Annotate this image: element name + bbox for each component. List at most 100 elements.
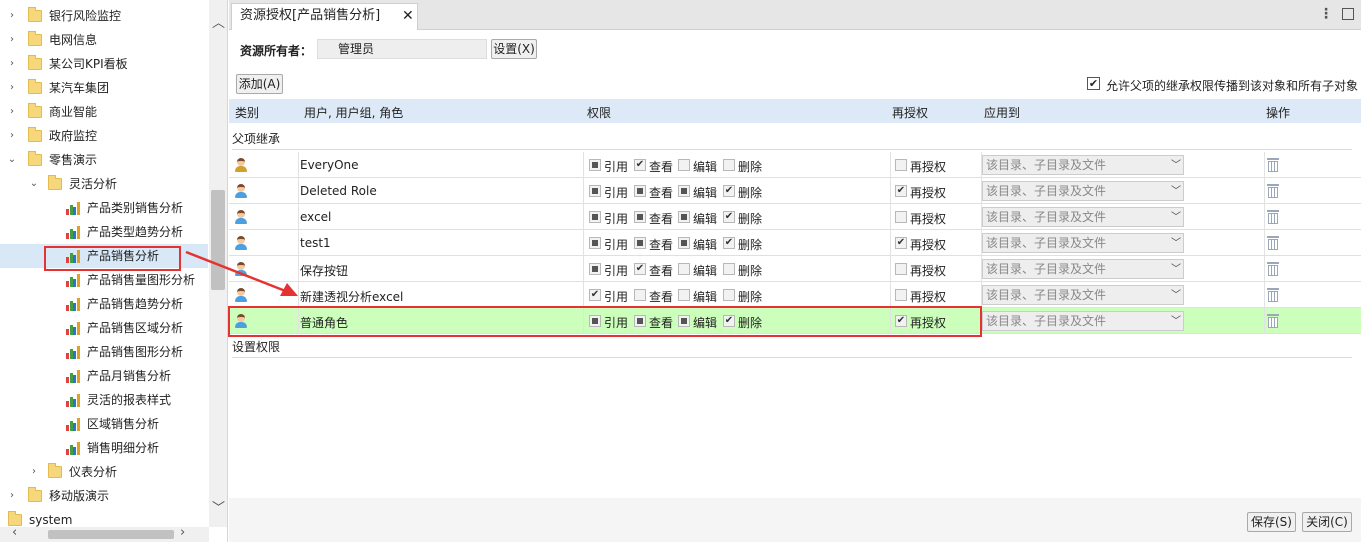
tree-item[interactable]: 区域销售分析: [0, 412, 208, 436]
scroll-right-icon[interactable]: ›: [180, 525, 185, 540]
apply-to-select[interactable]: 该目录、子目录及文件 ﹀: [982, 285, 1184, 305]
tree-item[interactable]: › 商业智能: [0, 100, 208, 124]
permission-checkbox[interactable]: [678, 289, 690, 301]
permission-checkbox[interactable]: [634, 289, 646, 301]
permission-checkbox[interactable]: [589, 263, 601, 275]
permission-checkbox[interactable]: [678, 263, 690, 275]
expand-icon[interactable]: ›: [6, 52, 18, 76]
expand-icon[interactable]: ›: [6, 76, 18, 100]
permission-checkbox[interactable]: [589, 237, 601, 249]
permission-checkbox[interactable]: ✔: [723, 237, 735, 249]
permission-checkbox[interactable]: [589, 159, 601, 171]
tree-item[interactable]: › 银行风险监控: [0, 4, 208, 28]
collapse-icon[interactable]: ⌄: [6, 148, 18, 172]
report-chart-icon: [66, 345, 80, 359]
tree-item[interactable]: › 移动版演示: [0, 484, 208, 508]
apply-to-select[interactable]: 该目录、子目录及文件 ﹀: [982, 155, 1184, 175]
tree-hscroll-thumb[interactable]: [48, 530, 174, 539]
add-button[interactable]: 添加(A): [236, 74, 283, 94]
scroll-down-icon[interactable]: ﹀: [212, 497, 225, 516]
tree-item[interactable]: ⌄ 灵活分析: [0, 172, 208, 196]
apply-to-select[interactable]: 该目录、子目录及文件 ﹀: [982, 207, 1184, 227]
column-divider: [583, 204, 584, 230]
regrant-checkbox[interactable]: [895, 263, 907, 275]
expand-icon[interactable]: ›: [6, 4, 18, 28]
regrant-checkbox[interactable]: [895, 211, 907, 223]
tab-resource-auth[interactable]: 资源授权[产品销售分析] ✕: [231, 3, 418, 30]
regrant-checkbox[interactable]: [895, 159, 907, 171]
set-owner-button[interactable]: 设置(X): [491, 39, 537, 59]
permission-checkbox[interactable]: ✔: [589, 289, 601, 301]
collapse-icon[interactable]: ⌄: [28, 172, 40, 196]
tree-item[interactable]: › 政府监控: [0, 124, 208, 148]
expand-icon[interactable]: ›: [6, 100, 18, 124]
tree-item[interactable]: 产品类型趋势分析: [0, 220, 208, 244]
permission-checkbox[interactable]: [678, 185, 690, 197]
save-button[interactable]: 保存(S): [1247, 512, 1296, 532]
permission-label: 编辑: [693, 264, 718, 278]
apply-to-select[interactable]: 该目录、子目录及文件 ﹀: [982, 259, 1184, 279]
regrant-checkbox[interactable]: ✔: [895, 185, 907, 197]
column-divider: [298, 282, 299, 308]
permission-checkbox[interactable]: [634, 211, 646, 223]
tree-scroll-thumb[interactable]: [211, 190, 225, 290]
tree-item[interactable]: 产品销售区域分析: [0, 316, 208, 340]
tree-item[interactable]: › 某汽车集团: [0, 76, 208, 100]
more-menu-icon[interactable]: ⋮: [1319, 6, 1333, 22]
user-icon: [235, 184, 247, 198]
permission-checkbox[interactable]: [589, 185, 601, 197]
delete-icon[interactable]: [1267, 158, 1279, 172]
delete-icon[interactable]: [1267, 288, 1279, 302]
permission-checkbox[interactable]: [678, 159, 690, 171]
delete-icon[interactable]: [1267, 314, 1279, 328]
permission-checkbox[interactable]: [678, 211, 690, 223]
tree-item[interactable]: › 某公司KPI看板: [0, 52, 208, 76]
permission-checkbox[interactable]: [678, 237, 690, 249]
expand-icon[interactable]: ›: [28, 460, 40, 484]
delete-icon[interactable]: [1267, 184, 1279, 198]
expand-icon[interactable]: ›: [6, 484, 18, 508]
scroll-up-icon[interactable]: ︿: [212, 12, 225, 31]
inherit-checkbox[interactable]: ✔: [1087, 77, 1100, 90]
table-header: 类别 用户, 用户组, 角色 权限 再授权 应用到 操作: [229, 99, 1361, 123]
permission-checkbox[interactable]: [634, 185, 646, 197]
tree-item[interactable]: 灵活的报表样式: [0, 388, 208, 412]
expand-icon[interactable]: ›: [6, 124, 18, 148]
tree-item[interactable]: 产品月销售分析: [0, 364, 208, 388]
delete-icon[interactable]: [1267, 236, 1279, 250]
tree-item-label: 灵活分析: [69, 177, 118, 191]
close-button[interactable]: 关闭(C): [1302, 512, 1352, 532]
permission-checkbox[interactable]: ✔: [723, 185, 735, 197]
tree-item[interactable]: › 仪表分析: [0, 460, 208, 484]
permission-checkbox[interactable]: ✔: [723, 211, 735, 223]
tree-item[interactable]: 销售明细分析: [0, 436, 208, 460]
permission-checkbox[interactable]: ✔: [634, 263, 646, 275]
permission-checkbox[interactable]: [634, 237, 646, 249]
apply-to-select[interactable]: 该目录、子目录及文件 ﹀: [982, 181, 1184, 201]
delete-icon[interactable]: [1267, 210, 1279, 224]
permission-checkbox[interactable]: [723, 159, 735, 171]
tree-item[interactable]: 产品销售量图形分析: [0, 268, 208, 292]
tree-item-label: 灵活的报表样式: [87, 393, 172, 407]
apply-to-select[interactable]: 该目录、子目录及文件 ﹀: [982, 311, 1184, 331]
regrant-checkbox[interactable]: ✔: [895, 237, 907, 249]
expand-icon[interactable]: ›: [6, 28, 18, 52]
apply-to-select[interactable]: 该目录、子目录及文件 ﹀: [982, 233, 1184, 253]
maximize-icon[interactable]: [1342, 8, 1354, 20]
tree-item[interactable]: ⌄ 零售演示: [0, 148, 208, 172]
delete-icon[interactable]: [1267, 262, 1279, 276]
regrant-checkbox[interactable]: [895, 289, 907, 301]
permission-label: 引用: [604, 160, 629, 174]
permission-checkbox[interactable]: [589, 211, 601, 223]
permission-checkbox[interactable]: [723, 263, 735, 275]
close-icon[interactable]: ✕: [402, 4, 414, 28]
regrant-label: 再授权: [910, 186, 947, 200]
scroll-left-icon[interactable]: ‹: [12, 525, 17, 540]
tree-item[interactable]: 产品销售图形分析: [0, 340, 208, 364]
tree-item[interactable]: 产品类别销售分析: [0, 196, 208, 220]
permission-checkbox[interactable]: ✔: [634, 159, 646, 171]
chevron-down-icon: ﹀: [1171, 290, 1181, 301]
tree-item[interactable]: › 电网信息: [0, 28, 208, 52]
permission-checkbox[interactable]: [723, 289, 735, 301]
tree-item[interactable]: 产品销售趋势分析: [0, 292, 208, 316]
